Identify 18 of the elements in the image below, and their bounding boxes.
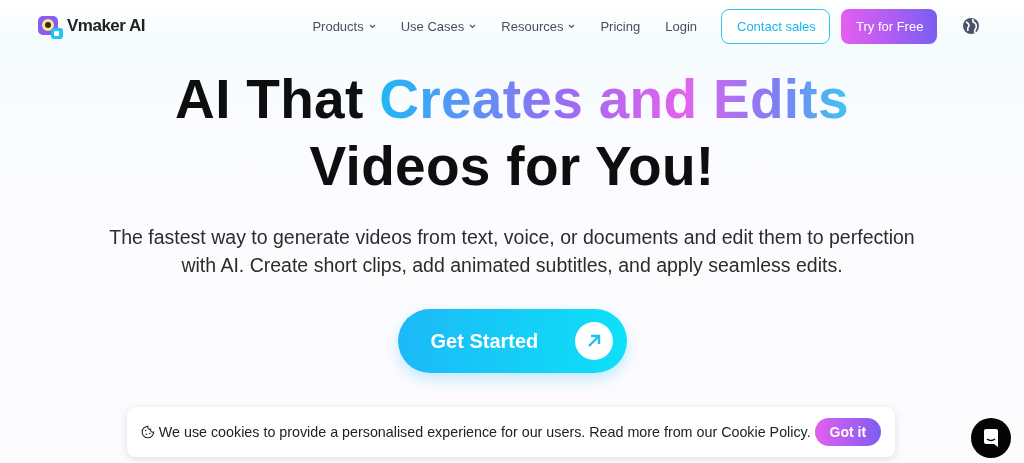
nav-link[interactable]: Products	[312, 18, 376, 34]
chevron-icon	[469, 23, 477, 29]
try-free-button[interactable]: Try for Free	[841, 8, 937, 44]
headline: Videos for You!	[309, 134, 715, 199]
nav-link[interactable]: Pricing	[600, 18, 641, 34]
brand-name[interactable]: Vmaker AI	[67, 16, 146, 36]
chevron-icon	[568, 23, 576, 29]
nav-link[interactable]: Login	[665, 18, 697, 34]
hero-description: The fastest way to generate videos from text, voice, or documents and edit them to perfection with AI. Create short clips, add animated subtitles, and apply seamless edits.	[108, 225, 916, 278]
nav-link[interactable]: Resources	[501, 18, 576, 34]
cookie-message: We use cookies to provide a personalised experience for our users. Read more from our Cookie Policy.	[158, 424, 811, 440]
cookie-icon	[141, 423, 155, 441]
got-it-button[interactable]: Got it	[814, 418, 881, 446]
chat-button[interactable]	[971, 418, 1011, 458]
chevron-icon	[368, 23, 376, 29]
globe-icon[interactable]	[962, 17, 980, 35]
nav-link[interactable]: Use Cases	[400, 18, 477, 34]
chat-icon	[982, 428, 1000, 448]
